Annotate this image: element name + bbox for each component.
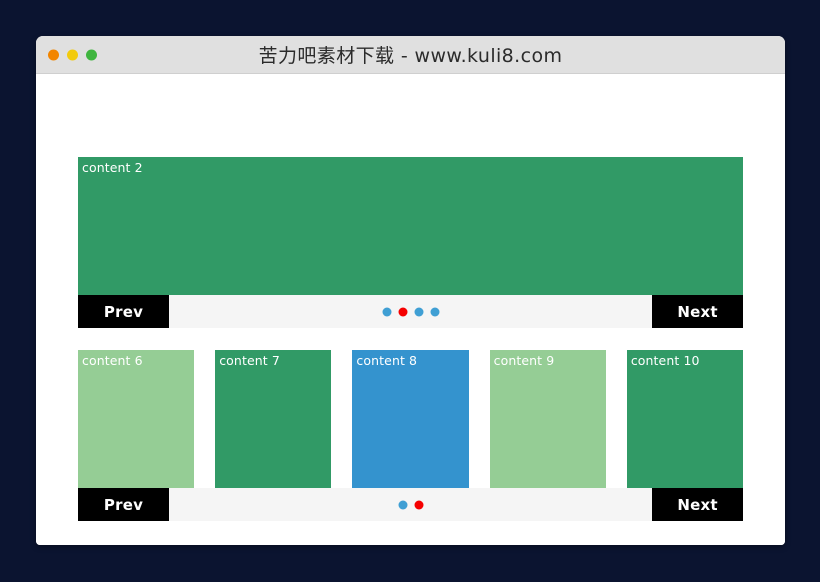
top-carousel-slide-label: content 2 [82, 160, 143, 175]
bottom-carousel-thumb-1[interactable]: content 6 [78, 350, 195, 488]
bottom-carousel-next-button[interactable]: Next [652, 488, 743, 521]
bottom-carousel-thumbnails: content 6 content 7 content 8 content 9 … [78, 350, 743, 488]
top-carousel-slide[interactable]: content 2 [78, 157, 743, 295]
bottom-carousel-thumb-5[interactable]: content 10 [626, 350, 743, 488]
top-carousel-dot-4[interactable] [430, 307, 439, 316]
top-carousel-dot-3[interactable] [414, 307, 423, 316]
top-carousel-dot-2[interactable] [398, 307, 407, 316]
bottom-carousel-nav: Prev Next [78, 488, 743, 521]
bottom-carousel-thumb-label: content 10 [630, 353, 700, 368]
bottom-carousel-thumb-label: content 8 [356, 353, 418, 368]
top-carousel-prev-button[interactable]: Prev [78, 295, 169, 328]
page-content: content 2 Prev Next content 6 content 7 … [36, 74, 785, 545]
traffic-light-group [48, 49, 97, 60]
top-carousel-nav: Prev Next [78, 295, 743, 328]
page-title: 苦力吧素材下载 - www.kuli8.com [258, 45, 563, 67]
bottom-carousel-thumb-label: content 9 [493, 353, 555, 368]
bottom-carousel-dot-1[interactable] [398, 500, 407, 509]
maximize-window-button[interactable] [86, 49, 97, 60]
bottom-carousel-thumb-label: content 7 [219, 353, 280, 368]
top-carousel-pager [382, 307, 439, 316]
bottom-carousel-prev-button[interactable]: Prev [78, 488, 169, 521]
top-carousel-next-button[interactable]: Next [652, 295, 743, 328]
bottom-carousel-thumb-2[interactable]: content 7 [215, 350, 332, 488]
bottom-carousel-dot-2[interactable] [414, 500, 423, 509]
bottom-carousel: content 6 content 7 content 8 content 9 … [78, 350, 743, 521]
bottom-carousel-thumb-3[interactable]: content 8 [352, 350, 469, 488]
minimize-window-button[interactable] [67, 49, 78, 60]
bottom-carousel-pager [398, 500, 423, 509]
bottom-carousel-thumb-4[interactable]: content 9 [489, 350, 606, 488]
top-carousel: content 2 Prev Next [78, 157, 743, 328]
bottom-carousel-stage: content 6 content 7 content 8 content 9 … [78, 350, 743, 488]
close-window-button[interactable] [48, 49, 59, 60]
window-title-bar: 苦力吧素材下载 - www.kuli8.com [36, 36, 785, 74]
bottom-carousel-thumb-label: content 6 [82, 353, 143, 368]
top-carousel-dot-1[interactable] [382, 307, 391, 316]
browser-window: 苦力吧素材下载 - www.kuli8.com content 2 Prev N… [36, 36, 785, 545]
top-carousel-stage: content 2 [78, 157, 743, 295]
